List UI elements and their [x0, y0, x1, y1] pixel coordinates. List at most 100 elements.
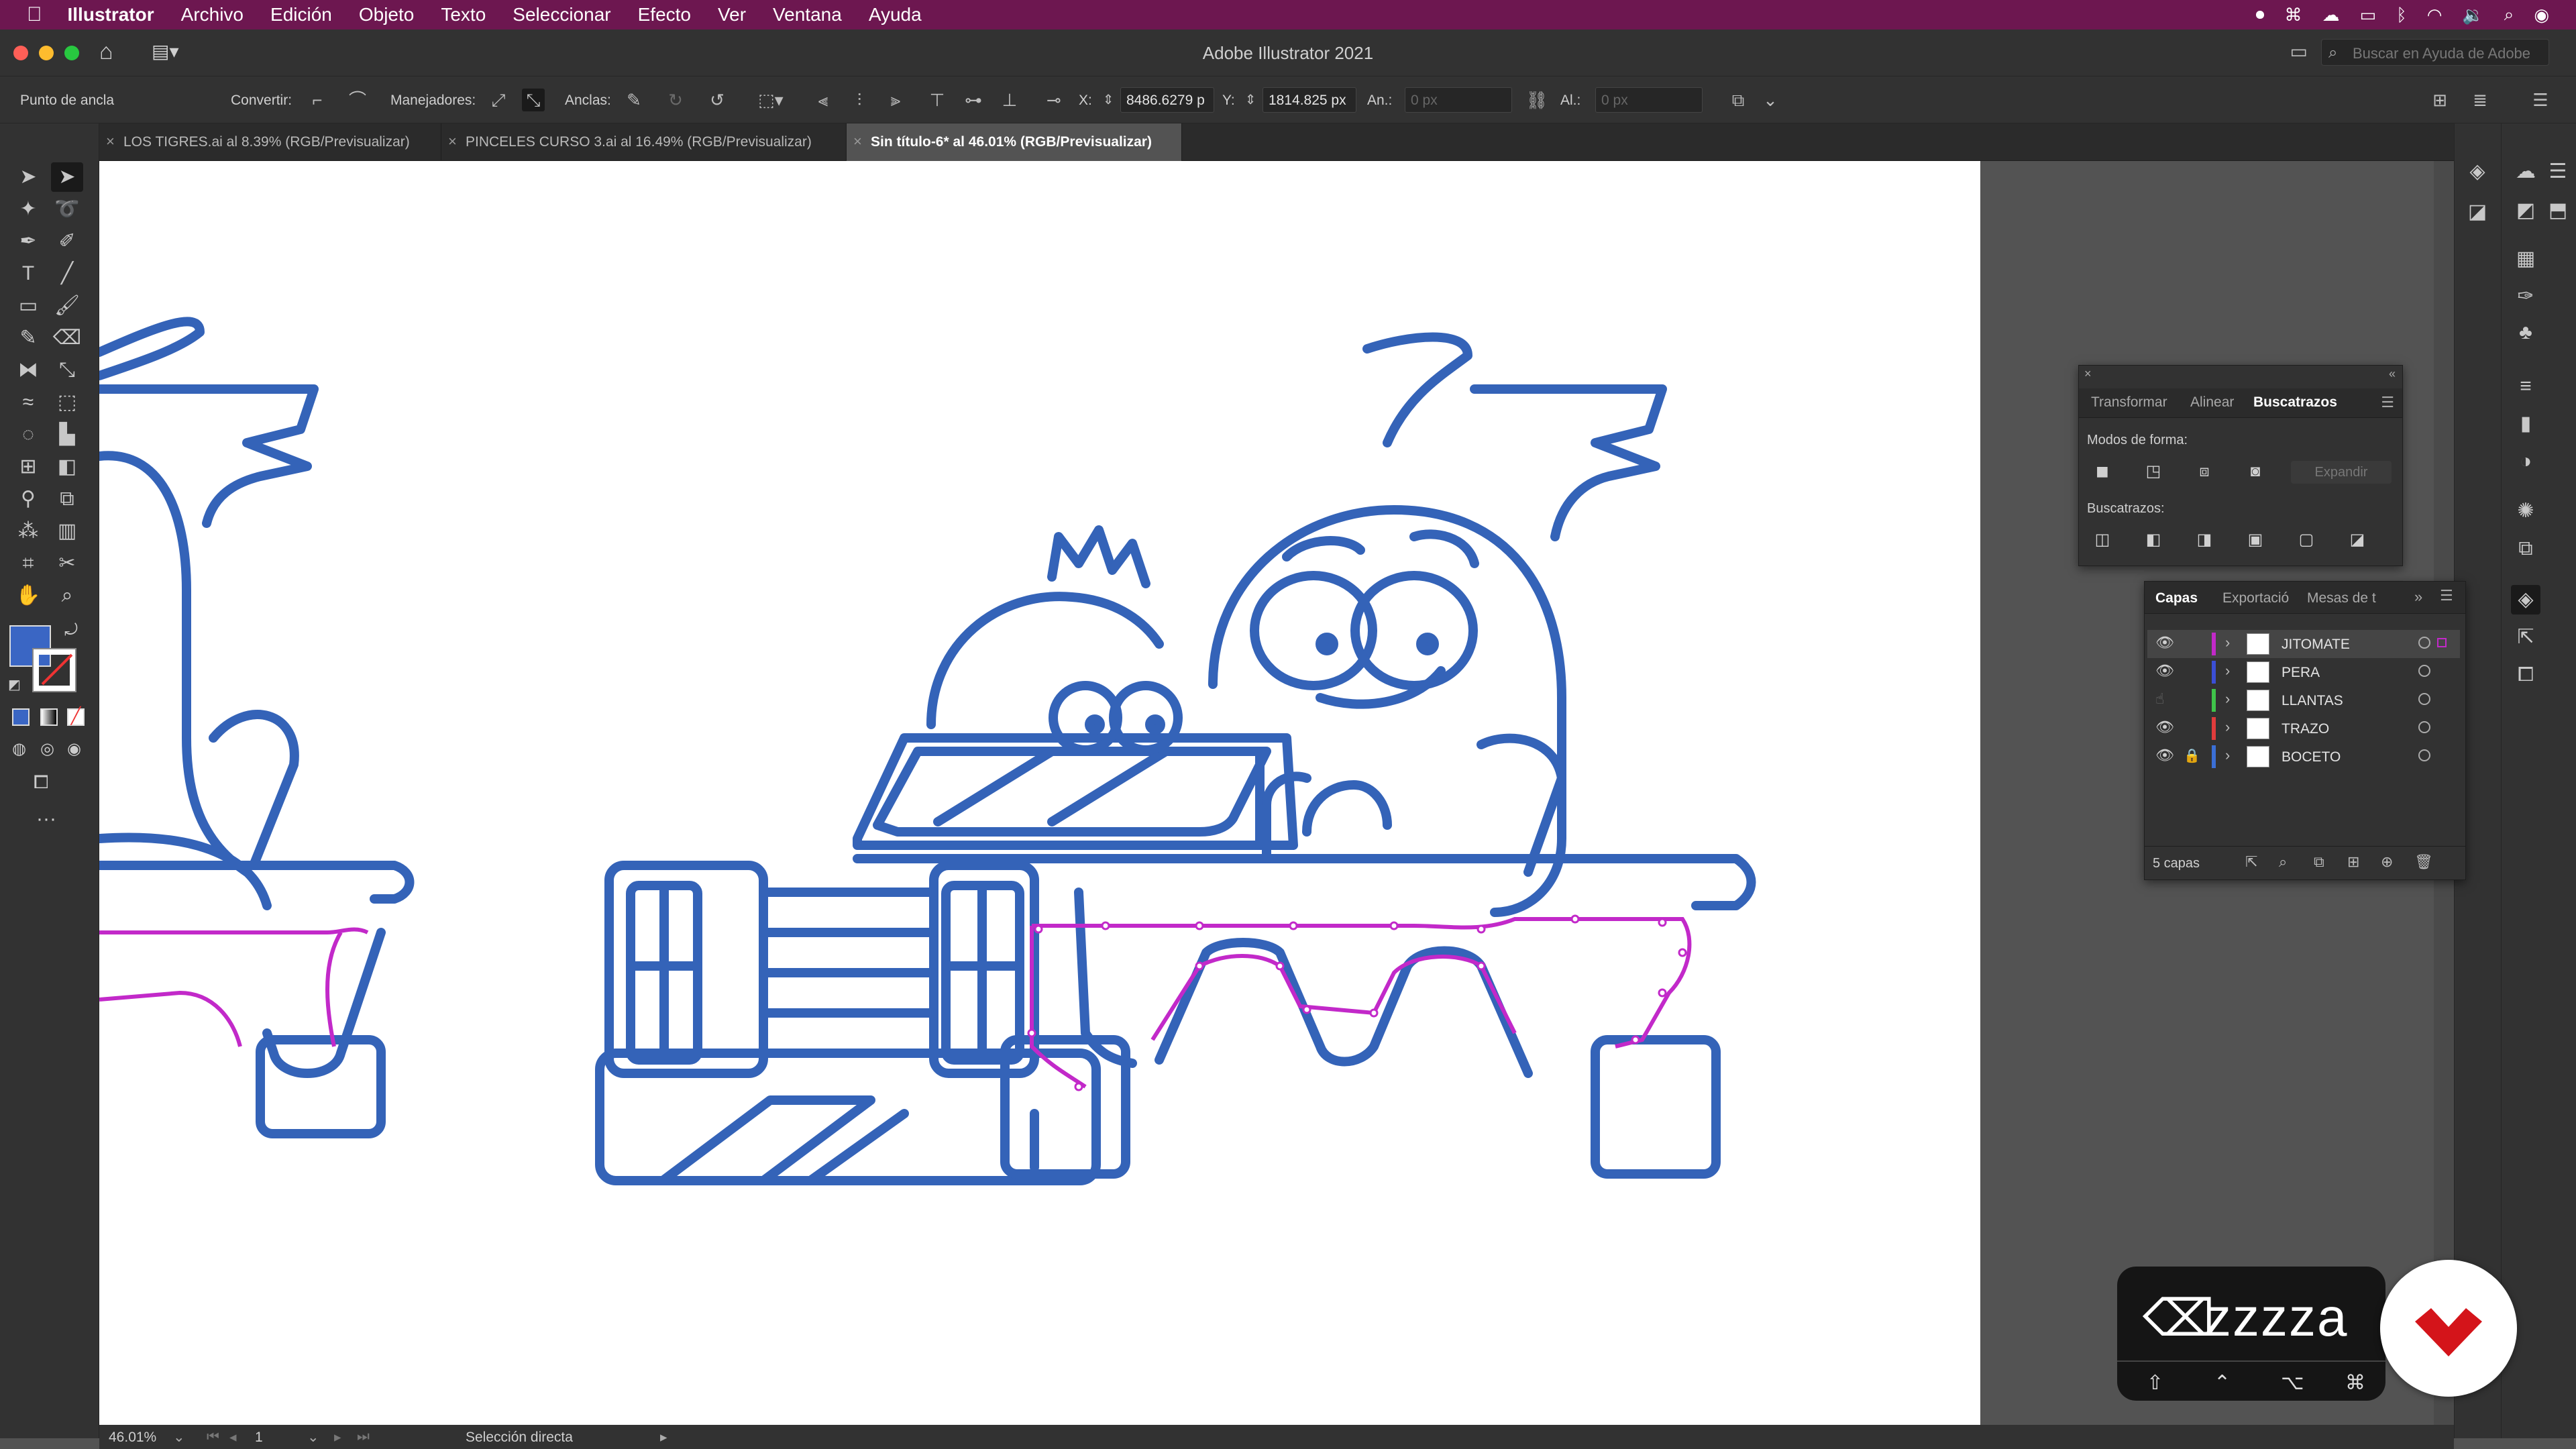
menu-seleccionar[interactable]: Seleccionar [513, 4, 610, 25]
creative-cloud-icon[interactable]: ☁ [2322, 5, 2340, 25]
gradient-tool-icon[interactable]: ◧ [51, 452, 83, 482]
selection-tool-icon[interactable]: ➤ [12, 162, 44, 192]
intersect-icon[interactable]: ⧈ [2190, 460, 2218, 484]
none-mode-icon[interactable]: ╱ [67, 708, 85, 726]
symbol-sprayer-tool-icon[interactable]: ⁂ [12, 517, 44, 546]
apple-icon[interactable]:  [27, 3, 42, 26]
next-artboard-icon[interactable]: ▸ [334, 1429, 341, 1446]
artboards-icon[interactable]: ⧠ [2511, 660, 2540, 690]
transparency-icon[interactable]: ◑ [2511, 447, 2540, 476]
layer-row-jitomate[interactable]: 👁 › JITOMATE [2147, 630, 2460, 658]
stroke-swatch[interactable] [32, 648, 76, 692]
expand-chevron-icon[interactable]: › [2225, 747, 2230, 764]
x-stepper-icon[interactable]: ⇕ [1100, 89, 1116, 111]
tab-capas[interactable]: Capas [2155, 584, 2198, 611]
slice-tool-icon[interactable]: ✂ [51, 549, 83, 578]
outline-icon[interactable]: ▢ [2292, 528, 2320, 552]
panel-menu-icon[interactable]: ☰ [2440, 587, 2453, 604]
rectangle-tool-icon[interactable]: ▭ [12, 291, 44, 321]
divide-icon[interactable]: ◫ [2088, 528, 2116, 552]
clipping-mask-icon[interactable]: ⧉ [2314, 853, 2324, 871]
symbols-icon[interactable]: ♣ [2511, 318, 2540, 347]
tab-transformar[interactable]: Transformar [2091, 388, 2167, 415]
y-coordinate-field[interactable]: 1814.825 px [1263, 87, 1356, 113]
volume-icon[interactable]: 🔉 [2462, 5, 2483, 25]
width-tool-icon[interactable]: ≈ [12, 388, 44, 417]
expand-button[interactable]: Expandir [2291, 461, 2392, 484]
selection-indicator[interactable] [2437, 638, 2447, 647]
close-tab-icon[interactable]: × [106, 133, 115, 150]
swatches-icon[interactable]: ▦ [2511, 244, 2540, 274]
layer-row-boceto[interactable]: 👁 🔒 › BOCETO [2147, 743, 2460, 771]
layer-name[interactable]: TRAZO [2282, 721, 2329, 737]
tab-alinear[interactable]: Alinear [2190, 388, 2234, 415]
layer-row-llantas[interactable]: ☝ › LLANTAS [2147, 686, 2460, 714]
layer-row-pera[interactable]: 👁 › PERA [2147, 658, 2460, 686]
gradient-panel-icon[interactable]: ▮ [2511, 409, 2540, 439]
align-left-icon[interactable]: ⫷ [812, 89, 835, 111]
trash-icon[interactable]: 🗑 [2414, 853, 2433, 871]
menu-ver[interactable]: Ver [718, 4, 746, 25]
draw-inside-icon[interactable]: ◉ [67, 739, 81, 759]
panel-layout-icon[interactable]: ▭ [2290, 40, 2308, 62]
visibility-eye-icon[interactable]: 👁 [2155, 718, 2176, 736]
expand-chevron-icon[interactable]: › [2225, 634, 2230, 651]
tab-buscatrazos[interactable]: Buscatrazos [2253, 388, 2337, 415]
hand-tool-icon[interactable]: ✋ [12, 581, 44, 610]
width-field[interactable]: 0 px [1405, 87, 1512, 113]
collapse-panel-icon[interactable]: « [2389, 367, 2396, 381]
free-transform-tool-icon[interactable]: ⬚ [51, 388, 83, 417]
mesh-tool-icon[interactable]: ⊞ [12, 452, 44, 482]
zoom-tool-icon[interactable]: ⌕ [51, 581, 83, 610]
tab-los-tigres[interactable]: × LOS TIGRES.ai al 8.39% (RGB/Previsuali… [99, 123, 441, 161]
airplay-icon[interactable]: ▭ [2360, 5, 2377, 25]
layers-icon[interactable]: ◈ [2511, 585, 2540, 614]
convert-corner-icon[interactable]: ⌐ [306, 89, 329, 111]
height-field[interactable]: 0 px [1595, 87, 1703, 113]
color-mode-icon[interactable] [12, 708, 30, 726]
artboard-number[interactable]: 1 [255, 1430, 263, 1446]
command-icon[interactable]: ⌘ [2285, 5, 2302, 25]
more-tabs-icon[interactable]: » [2414, 588, 2422, 606]
menu-ventana[interactable]: Ventana [773, 4, 842, 25]
menu-texto[interactable]: Texto [441, 4, 486, 25]
target-circle-icon[interactable] [2418, 637, 2430, 649]
layer-name[interactable]: LLANTAS [2282, 693, 2343, 709]
direct-selection-tool-icon[interactable]: ➤ [51, 162, 83, 192]
column-graph-tool-icon[interactable]: ▥ [51, 517, 83, 546]
live-paint-tool-icon[interactable]: ▙ [51, 420, 83, 449]
minus-front-icon[interactable]: ◳ [2139, 460, 2167, 484]
line-tool-icon[interactable]: ╱ [51, 259, 83, 288]
pen-tool-icon[interactable]: ✒ [12, 227, 44, 256]
appearance-icon[interactable]: ✺ [2511, 496, 2540, 526]
arrange-docs-icon[interactable]: ⊞ [2428, 89, 2451, 111]
wifi-icon[interactable]: ◠ [2427, 5, 2443, 25]
layer-name[interactable]: PERA [2282, 665, 2320, 681]
target-circle-icon[interactable] [2418, 721, 2430, 733]
close-tab-icon[interactable]: × [448, 133, 457, 150]
menu-archivo[interactable]: Archivo [181, 4, 244, 25]
artboard-canvas[interactable] [95, 161, 1980, 1425]
trim-icon[interactable]: ◧ [2139, 528, 2167, 552]
expand-chevron-icon[interactable]: › [2225, 718, 2230, 736]
remove-anchor-icon[interactable]: ✎ [623, 89, 645, 111]
menu-ayuda[interactable]: Ayuda [869, 4, 922, 25]
visibility-eye-icon[interactable]: 👁 [2155, 634, 2176, 651]
cut-path-icon[interactable]: ↺ [706, 89, 729, 111]
record-icon[interactable]: ⏺ [2255, 4, 2264, 25]
tab-pinceles-curso[interactable]: × PINCELES CURSO 3.ai al 16.49% (RGB/Pre… [441, 123, 847, 161]
curvature-tool-icon[interactable]: ✐ [51, 227, 83, 256]
blend-tool-icon[interactable]: ⧉ [51, 484, 83, 514]
asset-export-icon[interactable]: ⬒ [2543, 196, 2573, 225]
menu-edicion[interactable]: Edición [270, 4, 332, 25]
layer-row-trazo[interactable]: 👁 › TRAZO [2147, 714, 2460, 743]
prev-artboard-icon[interactable]: ◂ [229, 1429, 237, 1446]
y-stepper-icon[interactable]: ⇕ [1242, 89, 1258, 111]
menu-efecto[interactable]: Efecto [638, 4, 691, 25]
hide-handles-icon[interactable]: ⤡ [522, 89, 545, 111]
lasso-tool-icon[interactable]: ➰ [51, 195, 83, 224]
reflect-tool-icon[interactable]: ⧓ [12, 356, 44, 385]
paintbrush-tool-icon[interactable]: 🖌 [51, 291, 83, 321]
libraries-icon[interactable]: ☁ [2511, 157, 2540, 186]
align-bottom-icon[interactable]: ⊥ [998, 89, 1021, 111]
